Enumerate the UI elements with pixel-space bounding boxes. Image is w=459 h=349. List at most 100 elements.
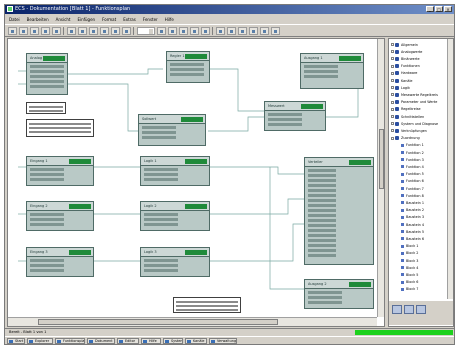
expand-toggle-icon[interactable] <box>391 115 394 118</box>
toolbar-button[interactable] <box>111 26 120 35</box>
diagram-canvas[interactable]: Analog In 1 Regler 1 Sollwert Messwert A… <box>7 38 385 327</box>
block-distributor[interactable]: Verteiler <box>304 157 374 265</box>
tree-item[interactable]: Funktion 6 <box>397 179 424 184</box>
tree-scrollbar[interactable] <box>447 39 453 299</box>
expand-toggle-icon[interactable] <box>391 122 394 126</box>
menu-item-edit[interactable]: Bearbeiten <box>27 17 49 22</box>
block-analog-in[interactable]: Analog In 1 <box>26 53 68 95</box>
toolbar-button[interactable] <box>227 26 236 35</box>
menu-item-tools[interactable]: Extras <box>123 17 136 22</box>
block-setpoint[interactable]: Sollwert <box>138 114 206 146</box>
tree-item[interactable]: Kanäle <box>391 78 413 83</box>
toolbar-button[interactable] <box>89 26 98 35</box>
expand-toggle-icon[interactable] <box>391 71 394 75</box>
canvas-vertical-scrollbar[interactable] <box>377 39 384 317</box>
tree-item[interactable]: Allgemein <box>391 42 418 47</box>
tree-item[interactable]: Schnittstellen <box>391 114 424 119</box>
block-logic-3[interactable]: Logik 3 <box>140 247 210 277</box>
tree-item[interactable]: Analogwerte <box>391 49 422 54</box>
tree-item[interactable]: Funktion 1 <box>397 143 424 148</box>
tree-item[interactable]: Baustein 2 <box>397 208 424 213</box>
toolbar-button[interactable] <box>78 26 87 35</box>
menu-item-help[interactable]: Hilfe <box>165 17 174 22</box>
tree-item[interactable]: Block 2 <box>397 251 418 256</box>
toolbar-button[interactable] <box>67 26 76 35</box>
expand-toggle-icon[interactable] <box>391 50 394 54</box>
toolbar-button[interactable] <box>168 26 177 35</box>
tree-item[interactable]: Verknüpfungen <box>391 128 427 133</box>
taskbar-button[interactable]: Hilfe <box>141 338 161 344</box>
tree-item[interactable]: Funktionen <box>391 64 420 69</box>
tree-item[interactable]: System und Diagnose <box>391 121 438 126</box>
tree-item[interactable]: Funktion 5 <box>397 172 424 177</box>
toolbar-button[interactable] <box>238 26 247 35</box>
expand-toggle-icon[interactable] <box>391 57 394 61</box>
toolbar-button[interactable] <box>190 26 199 35</box>
toolbar-button[interactable] <box>216 26 225 35</box>
tree-item[interactable]: Block 1 <box>397 244 418 249</box>
panel-tab[interactable] <box>392 305 402 314</box>
toolbar-button[interactable] <box>122 26 131 35</box>
minimize-button[interactable]: _ <box>426 6 434 12</box>
block-input-3[interactable]: Eingang 3 <box>26 247 94 277</box>
expand-toggle-icon[interactable] <box>391 86 394 90</box>
toolbar-button[interactable] <box>8 26 17 35</box>
tree-item[interactable]: Block 3 <box>397 258 418 263</box>
menu-item-window[interactable]: Fenster <box>143 17 158 22</box>
toolbar-button[interactable] <box>201 26 210 35</box>
tree-item[interactable]: Logik <box>391 85 410 90</box>
block-logic-1[interactable]: Logik 1 <box>140 156 210 186</box>
scroll-thumb[interactable] <box>379 129 384 189</box>
menu-item-view[interactable]: Ansicht <box>56 17 71 22</box>
menu-item-file[interactable]: Datei <box>9 17 20 22</box>
block-output-2[interactable]: Ausgang 2 <box>304 279 374 309</box>
zoom-combo[interactable] <box>137 26 155 35</box>
expand-toggle-icon[interactable] <box>391 136 394 140</box>
toolbar-button[interactable] <box>271 26 280 35</box>
taskbar-button[interactable]: Kanäle <box>185 338 207 344</box>
toolbar-button[interactable] <box>30 26 39 35</box>
comment-box[interactable] <box>26 102 66 114</box>
toolbar-button[interactable] <box>100 26 109 35</box>
menu-item-format[interactable]: Format <box>102 17 116 22</box>
tree-item[interactable]: Funktion 3 <box>397 157 424 162</box>
toolbar-button[interactable] <box>249 26 258 35</box>
tree-item[interactable]: Funktion 2 <box>397 150 424 155</box>
toolbar-button[interactable] <box>52 26 61 35</box>
tree-item[interactable]: Binärwerte <box>391 56 420 61</box>
taskbar-button[interactable]: Editor <box>117 338 139 344</box>
tree-item[interactable]: Baustein 3 <box>397 215 424 220</box>
block-controller[interactable]: Regler 1 <box>166 51 210 83</box>
taskbar-button[interactable]: Verwaltung <box>209 338 237 344</box>
block-measurement[interactable]: Messwert <box>264 101 326 131</box>
tree-item[interactable]: Funktion 4 <box>397 164 424 169</box>
expand-toggle-icon[interactable] <box>391 107 394 111</box>
tree-item[interactable]: Block 4 <box>397 265 418 270</box>
comment-box[interactable] <box>26 119 94 137</box>
toolbar-button[interactable] <box>157 26 166 35</box>
block-input-2[interactable]: Eingang 2 <box>26 201 94 231</box>
tree-item[interactable]: Messwerte Regelkreis <box>391 92 438 97</box>
taskbar-button[interactable]: Funktionsplan <box>55 338 85 344</box>
tree-item[interactable]: Baustein 6 <box>397 236 424 241</box>
tree-item[interactable]: Funktion 8 <box>397 193 424 198</box>
panel-tab[interactable] <box>404 305 414 314</box>
block-logic-2[interactable]: Logik 2 <box>140 201 210 231</box>
close-button[interactable]: × <box>444 6 452 12</box>
toolbar-button[interactable] <box>179 26 188 35</box>
canvas-horizontal-scrollbar[interactable] <box>8 317 377 326</box>
expand-toggle-icon[interactable] <box>391 43 394 46</box>
expand-toggle-icon[interactable] <box>391 79 394 82</box>
tree-item[interactable]: Baustein 4 <box>397 222 424 227</box>
toolbar-button[interactable] <box>19 26 28 35</box>
scroll-thumb[interactable] <box>38 319 278 325</box>
taskbar-button[interactable]: Explorer <box>27 338 53 344</box>
start-button[interactable]: Start <box>7 338 25 344</box>
expand-toggle-icon[interactable] <box>391 64 394 68</box>
tree-item[interactable]: Block 6 <box>397 280 418 285</box>
menu-item-insert[interactable]: Einfügen <box>77 17 95 22</box>
tree-item[interactable]: Regelkreise <box>391 107 421 112</box>
toolbar-button[interactable] <box>41 26 50 35</box>
expand-toggle-icon[interactable] <box>391 129 394 133</box>
toolbar-button[interactable] <box>260 26 269 35</box>
